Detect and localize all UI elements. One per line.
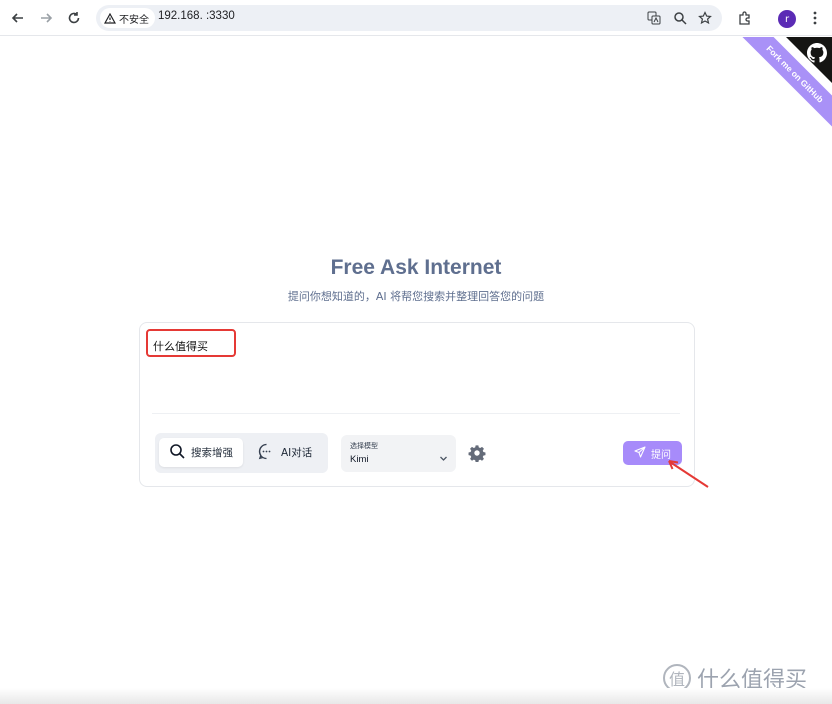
- ai-chat-label: AI对话: [281, 447, 313, 459]
- ai-chat-button[interactable]: AI对话: [248, 438, 322, 467]
- reload-icon[interactable]: [64, 8, 84, 28]
- model-select-value: Kimi: [350, 454, 369, 465]
- page-subtitle: 提问你想知道的，AI 将帮您搜索并整理回答您的问题: [287, 290, 545, 303]
- search-icon: [169, 443, 185, 462]
- bottom-shadow: [0, 688, 832, 704]
- profile-avatar[interactable]: r: [778, 10, 796, 28]
- zoom-icon[interactable]: [672, 10, 688, 26]
- warning-icon: [104, 12, 116, 24]
- model-select[interactable]: 选择模型 Kimi: [341, 435, 456, 472]
- extensions-icon[interactable]: [735, 8, 755, 28]
- page-title: Free Ask Internet: [330, 256, 502, 279]
- menu-kebab-icon[interactable]: [805, 8, 825, 28]
- security-chip[interactable]: 不安全: [100, 8, 155, 28]
- translate-icon[interactable]: [646, 10, 662, 26]
- bookmark-star-icon[interactable]: [697, 10, 713, 26]
- security-label: 不安全: [119, 14, 149, 26]
- question-input[interactable]: 什么值得买: [153, 338, 208, 354]
- gear-icon[interactable]: [468, 444, 488, 464]
- annotation-arrow: [668, 460, 709, 488]
- send-icon: [634, 445, 646, 461]
- github-ribbon[interactable]: Fork me on GitHub: [736, 37, 832, 133]
- address-bar[interactable]: 不安全 192.168. :3330: [96, 5, 722, 31]
- back-icon[interactable]: [8, 8, 28, 28]
- mode-toggle-group: 搜索增强 AI对话: [155, 433, 328, 473]
- search-enhance-label: 搜索增强: [191, 447, 233, 459]
- forward-icon[interactable]: [36, 8, 56, 28]
- octocat-icon: [807, 43, 827, 67]
- search-enhance-button[interactable]: 搜索增强: [159, 438, 243, 467]
- chevron-down-icon: [439, 448, 448, 467]
- chat-icon: [258, 443, 275, 463]
- browser-toolbar: 不安全 192.168. :3330 r: [0, 0, 832, 36]
- url-text[interactable]: 192.168. :3330: [158, 10, 235, 22]
- divider: [152, 413, 680, 414]
- ask-card: 什么值得买 搜索增强 AI对话 选择模型 Kimi 提问: [139, 322, 695, 487]
- model-select-label: 选择模型: [350, 442, 378, 450]
